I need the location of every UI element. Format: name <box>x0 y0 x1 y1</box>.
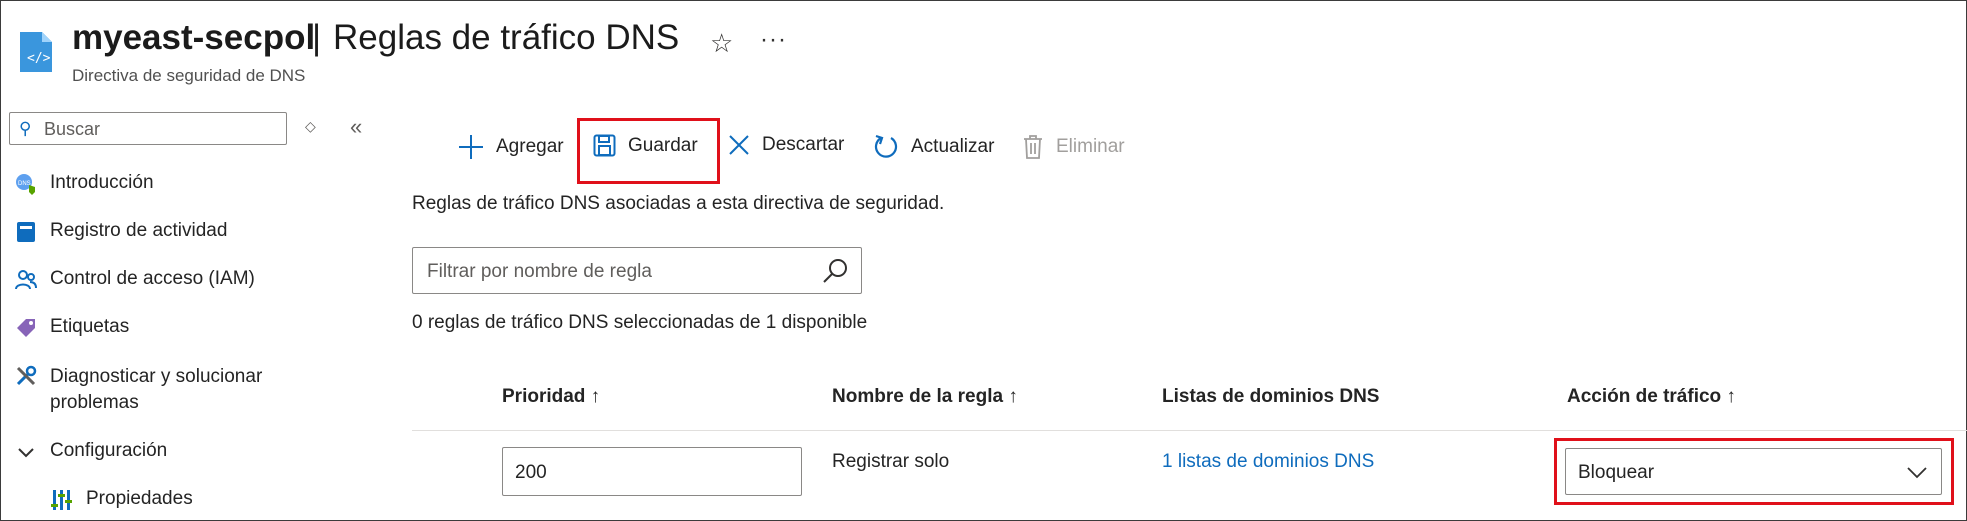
sidebar-item-registro-actividad[interactable]: Registro de actividad <box>14 220 227 244</box>
search-icon: ⚲ <box>19 119 32 138</box>
properties-icon <box>51 490 72 510</box>
sidebar-item-label: Registro de actividad <box>50 220 228 241</box>
sidebar-item-iam[interactable]: Control de acceso (IAM) <box>14 268 255 292</box>
activity-log-icon <box>17 222 35 242</box>
column-header-rule-name[interactable]: Nombre de la regla ↑ <box>832 386 1018 408</box>
refresh-button[interactable]: Actualizar <box>873 134 994 160</box>
column-header-domain-lists: Listas de dominios DNS <box>1162 386 1380 407</box>
discard-button[interactable]: Descartar <box>728 134 844 156</box>
tag-icon <box>17 319 35 337</box>
search-icon <box>823 259 847 283</box>
filter-placeholder: Filtrar por nombre de regla <box>427 261 652 282</box>
add-button[interactable]: Agregar <box>458 134 564 160</box>
wrench-icon <box>16 365 37 386</box>
chevron-down-icon <box>18 448 34 458</box>
domain-lists-link[interactable]: 1 listas de dominios DNS <box>1162 451 1374 473</box>
chevron-down-icon <box>1907 467 1927 479</box>
ellipsis-icon[interactable]: ··· <box>760 26 787 54</box>
resource-name: myeast-secpol <box>72 18 316 57</box>
sidebar-item-label: Configuración <box>50 440 168 461</box>
column-header-traffic-action[interactable]: Acción de tráfico ↑ <box>1567 386 1736 408</box>
sidebar-search-input[interactable]: ⚲ Buscar <box>9 112 287 145</box>
sidebar-item-label: Etiquetas <box>50 316 130 337</box>
delete-button[interactable]: Eliminar <box>1022 134 1125 160</box>
expand-collapse-all-icon[interactable]: ◇ <box>305 118 316 135</box>
rule-name-cell: Registrar solo <box>832 451 950 472</box>
rule-filter-input[interactable]: Filtrar por nombre de regla <box>412 247 862 294</box>
priority-input[interactable]: 200 <box>502 447 802 496</box>
sidebar-item-label: Control de acceso (IAM) <box>50 268 255 289</box>
title-separator: | <box>312 18 322 57</box>
star-icon[interactable]: ☆ <box>710 28 733 59</box>
collapse-sidebar-icon[interactable]: « <box>350 114 362 140</box>
table-header-divider <box>412 430 1967 431</box>
svg-text:DNS: DNS <box>18 181 31 187</box>
trash-icon <box>1024 135 1042 159</box>
traffic-action-value: Bloquear <box>1578 462 1655 483</box>
refresh-label: Actualizar <box>911 136 995 157</box>
save-label: Guardar <box>628 134 698 156</box>
save-button[interactable]: Guardar <box>593 134 698 157</box>
save-icon <box>593 134 616 157</box>
page-title: Reglas de tráfico DNS <box>333 18 680 57</box>
plus-icon <box>459 135 483 159</box>
people-icon <box>15 270 37 290</box>
search-placeholder: Buscar <box>44 119 101 139</box>
add-label: Agregar <box>496 136 564 157</box>
dns-overview-icon: DNS <box>16 174 35 195</box>
sidebar-item-introduccion[interactable]: DNS Introducción <box>14 172 154 196</box>
close-icon <box>729 135 749 155</box>
sidebar-item-diagnosticar[interactable]: Diagnosticar y solucionar problemas <box>14 364 304 416</box>
refresh-icon <box>874 134 898 158</box>
sidebar-item-label: Propiedades <box>86 488 193 509</box>
delete-label: Eliminar <box>1056 136 1125 157</box>
sidebar-item-etiquetas[interactable]: Etiquetas <box>14 316 129 340</box>
column-header-priority[interactable]: Prioridad ↑ <box>502 386 600 408</box>
traffic-action-dropdown[interactable]: Bloquear <box>1565 448 1942 495</box>
page-subtitle: Directiva de seguridad de DNS <box>72 66 306 85</box>
sidebar-group-configuracion[interactable]: Configuración <box>14 440 167 464</box>
selection-count: 0 reglas de tráfico DNS seleccionadas de… <box>412 312 868 333</box>
dns-policy-resource-icon: </> <box>20 32 52 72</box>
sidebar-item-label: Diagnosticar y solucionar problemas <box>50 366 263 413</box>
page-description: Reglas de tráfico DNS asociadas a esta d… <box>412 193 945 214</box>
sidebar-item-propiedades[interactable]: Propiedades <box>50 488 193 512</box>
sidebar-item-label: Introducción <box>50 172 154 193</box>
svg-text:</>: </> <box>27 51 51 66</box>
discard-label: Descartar <box>762 134 845 155</box>
priority-value: 200 <box>515 462 547 483</box>
